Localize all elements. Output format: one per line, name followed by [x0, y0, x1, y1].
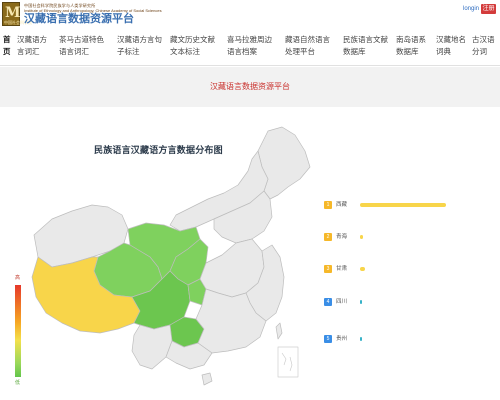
map-region-taiwan[interactable] [275, 322, 283, 340]
nav-item-sentence-annotation[interactable]: 汉藏语方言句子标注 [117, 31, 163, 66]
nav-label: 汉藏地名词典 [436, 35, 466, 56]
nav-item-placename-dict[interactable]: 汉藏地名词典 [436, 31, 466, 66]
scale-high-label: 高 [15, 275, 21, 281]
nav-item-austronesian-db[interactable]: 南岛语系数据库 [396, 31, 430, 66]
nav-label: 古汉语分词 [472, 35, 495, 56]
nav-label: 首页 [3, 35, 11, 56]
china-map [31, 126, 311, 386]
page-banner: 汉藏语言数据资源平台 [0, 67, 500, 107]
rank-value-bar[interactable] [360, 235, 363, 239]
nav-label: 汉藏语方言句子标注 [117, 35, 162, 56]
nav-label: 茶马古道特色语言词汇 [59, 35, 104, 56]
rank-province-label: 贵州 [336, 336, 348, 342]
institute-logo[interactable]: M 中国社会科学院 [2, 2, 32, 26]
rank-province-label: 甘肃 [336, 266, 348, 272]
rank-province-label: 西藏 [336, 202, 348, 208]
nav-label: 藏文历史文献文本标注 [170, 35, 215, 56]
ranking-row[interactable]: 2 青海 [324, 233, 450, 243]
nav-item-himalaya-archive[interactable]: 喜马拉雅周边语言档案 [227, 31, 275, 66]
rank-number: 2 [324, 233, 332, 241]
rank-value-bar[interactable] [360, 337, 362, 341]
nav-item-home[interactable]: 首页 [3, 31, 14, 66]
map-region-hainan[interactable] [201, 372, 213, 386]
rank-value-bar[interactable] [360, 203, 446, 207]
map-region-yunnan[interactable] [131, 324, 173, 370]
ranking-row[interactable]: 3 甘肃 [324, 265, 450, 275]
distribution-chart: 民族语言汉藏语方言数据分布图 高 低 1西藏2青海3甘肃4四川5 [0, 107, 500, 400]
color-scale-bar[interactable] [15, 285, 21, 377]
site-header: M 中国社会科学院 中国社会科学院民族学与人类学研究所 Institute of… [0, 0, 500, 30]
register-button[interactable]: 注册 [481, 4, 496, 14]
nav-label: 民族语言文献数据库 [343, 35, 388, 56]
rank-number: 3 [324, 265, 332, 273]
site-title[interactable]: 汉藏语言数据资源平台 [24, 13, 134, 26]
nav-item-classical-segmentation[interactable]: 古汉语分词 [472, 31, 498, 66]
logo-letter: M [5, 5, 21, 21]
rank-number: 5 [324, 335, 332, 343]
rank-province-label: 青海 [336, 234, 348, 240]
ranking-row[interactable]: 4 四川 [324, 298, 450, 308]
nav-item-tibetan-nlp[interactable]: 藏语自然语言处理平台 [285, 31, 333, 66]
nav-item-tibetan-text-annotation[interactable]: 藏文历史文献文本标注 [170, 31, 218, 66]
banner-title: 汉藏语言数据资源平台 [210, 82, 290, 91]
rank-value-bar[interactable] [360, 267, 365, 271]
rank-value-bar[interactable] [360, 300, 362, 304]
nav-label: 藏语自然语言处理平台 [285, 35, 330, 56]
map-region-northeast[interactable] [257, 126, 311, 200]
scale-low-label: 低 [15, 380, 21, 386]
ranking-row[interactable]: 5 贵州 [324, 335, 450, 345]
nav-item-dialect-vocab[interactable]: 汉藏语方言词汇 [17, 31, 48, 66]
nav-label: 汉藏语方言词汇 [17, 35, 47, 56]
nav-label: 喜马拉雅周边语言档案 [227, 35, 272, 56]
ranking-row[interactable]: 1 西藏 [324, 201, 450, 211]
south-sea-inset [277, 346, 299, 378]
nav-item-literature-db[interactable]: 民族语言文献数据库 [343, 31, 391, 66]
main-nav: 首页 汉藏语方言词汇 茶马古道特色语言词汇 汉藏语方言句子标注 藏文历史文献文本… [0, 31, 500, 66]
rank-number: 1 [324, 201, 332, 209]
rank-number: 4 [324, 298, 332, 306]
nav-label: 南岛语系数据库 [396, 35, 426, 56]
rank-province-label: 四川 [336, 299, 348, 305]
login-link[interactable]: longin [463, 6, 479, 12]
nav-item-tea-horse-vocab[interactable]: 茶马古道特色语言词汇 [59, 31, 110, 66]
